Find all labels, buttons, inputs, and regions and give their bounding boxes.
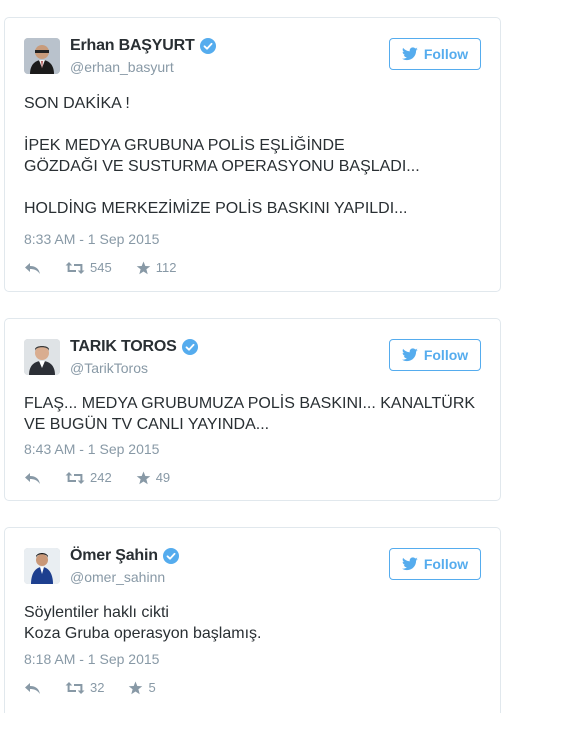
reply-icon [25,262,40,274]
retweet-icon [65,261,85,274]
verified-badge-icon [199,38,216,54]
avatar[interactable] [24,548,60,584]
author-name[interactable]: TARIK TOROS [70,338,177,356]
tweet-text: Söylentiler haklı cikti Koza Gruba opera… [24,602,261,644]
tweet-card: Erhan BAŞYURT @erhan_basyurt Follow SON … [4,17,501,292]
tweet-text-line: GÖZDAĞI VE SUSTURMA OPERASYONU BAŞLADI..… [24,158,420,175]
retweet-icon [65,471,85,484]
tweet-timestamp[interactable]: 8:43 AM - 1 Sep 2015 [24,441,159,457]
follow-label: Follow [423,556,469,572]
reply-icon [25,472,40,484]
avatar[interactable] [24,339,60,375]
twitter-bird-icon [401,47,418,61]
star-icon [136,261,151,274]
verified-badge-icon [181,339,198,355]
retweet-count: 545 [90,260,112,275]
follow-button[interactable]: Follow [389,38,481,70]
retweet-icon [65,681,85,694]
author-handle[interactable]: @omer_sahinn [70,569,165,585]
author-name[interactable]: Erhan BAŞYURT [70,37,195,55]
reply-button[interactable] [24,471,41,485]
tweet-actions: 545 112 [24,260,200,275]
tweet-card: TARIK TOROS @TarikToros Follow FLAŞ... M… [4,318,501,501]
follow-button[interactable]: Follow [389,339,481,371]
tweet-actions: 32 5 [24,680,180,695]
reply-button[interactable] [24,261,41,275]
retweet-count: 32 [90,680,105,695]
author-handle[interactable]: @erhan_basyurt [70,59,174,75]
follow-button[interactable]: Follow [389,548,481,580]
star-icon [129,681,143,694]
like-button[interactable]: 5 [128,680,156,695]
tweet-actions: 242 49 [24,470,194,485]
retweet-count: 242 [90,470,112,485]
tweet-text: SON DAKİKA ! İPEK MEDYA GRUBUNA POLİS EŞ… [24,93,420,219]
author-handle[interactable]: @TarikToros [70,360,148,376]
follow-label: Follow [423,347,469,363]
reply-button[interactable] [24,681,41,695]
tweet-timestamp[interactable]: 8:18 AM - 1 Sep 2015 [24,651,159,667]
tweet-text-line [24,177,420,198]
like-count: 112 [155,260,177,275]
author-name[interactable]: Ömer Şahin [70,547,158,565]
tweet-text: FLAŞ... MEDYA GRUBUMUZA POLİS BASKINI...… [24,393,475,435]
tweet-text-line: Koza Gruba operasyon başlamış. [24,625,262,642]
like-count: 5 [148,680,156,695]
tweet-text-line: FLAŞ... MEDYA GRUBUMUZA POLİS BASKINI...… [24,395,476,412]
tweet-timestamp[interactable]: 8:33 AM - 1 Sep 2015 [24,231,159,247]
tweet-text-line: HOLDİNG MERKEZİMİZE POLİS BASKINI YAPILD… [24,200,408,217]
like-count: 49 [155,470,171,485]
twitter-bird-icon [401,557,418,571]
twitter-bird-icon [401,348,418,362]
tweet-card: Ömer Şahin @omer_sahinn Follow Söylentil… [4,527,501,713]
tweet-text-line: SON DAKİKA ! [24,95,130,112]
tweet-text-line: İPEK MEDYA GRUBUNA POLİS EŞLİĞİNDE [24,137,345,154]
like-button[interactable]: 112 [136,260,177,275]
like-button[interactable]: 49 [136,470,170,485]
star-icon [136,471,151,484]
retweet-button[interactable]: 545 [65,260,112,275]
follow-label: Follow [423,46,469,62]
retweet-button[interactable]: 32 [65,680,104,695]
reply-icon [25,682,40,694]
avatar[interactable] [24,38,60,74]
tweet-text-line [24,114,420,135]
retweet-button[interactable]: 242 [65,470,112,485]
tweet-text-line: Söylentiler haklı cikti [24,604,169,621]
verified-badge-icon [162,548,179,564]
tweet-text-line: VE BUGÜN TV CANLI YAYINDA... [24,416,270,433]
